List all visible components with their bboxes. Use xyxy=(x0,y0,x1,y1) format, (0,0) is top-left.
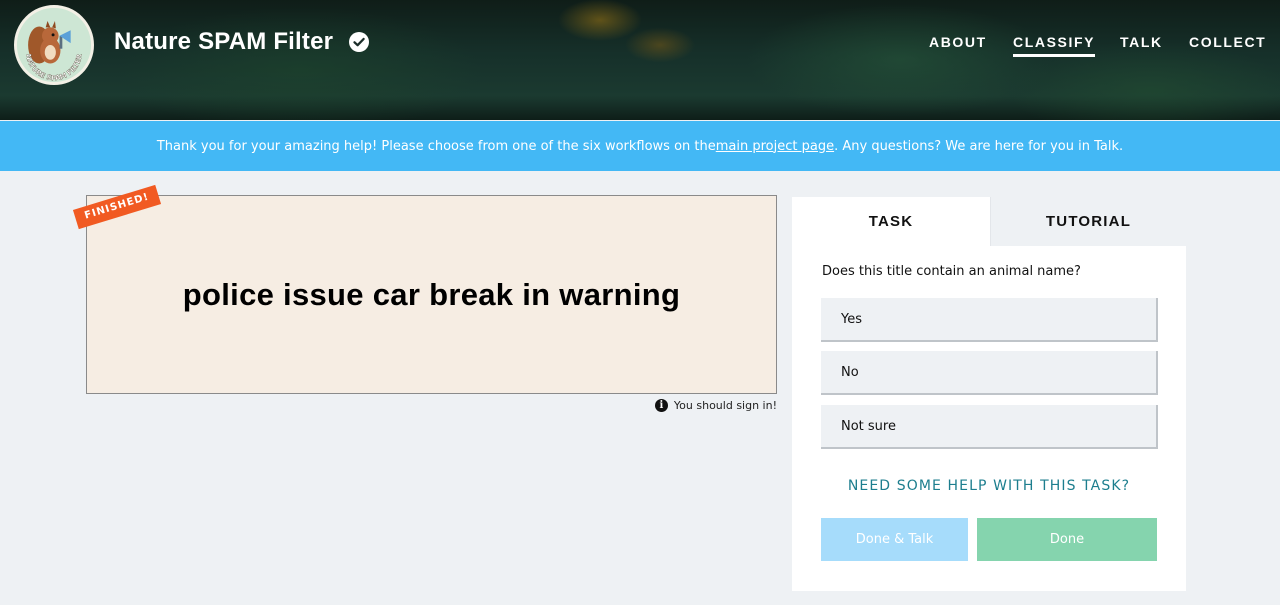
project-header: NATURE SPAM FILTER Nature SPAM Filter AB… xyxy=(0,0,1280,120)
subject-viewer: police issue car break in warning xyxy=(86,195,777,394)
answer-yes[interactable]: Yes xyxy=(821,298,1158,342)
done-button[interactable]: Done xyxy=(977,518,1157,561)
squirrel-logo-icon: NATURE SPAM FILTER xyxy=(17,8,91,82)
answer-not-sure[interactable]: Not sure xyxy=(821,405,1158,449)
info-icon: i xyxy=(654,398,668,412)
nav-talk[interactable]: TALK xyxy=(1120,34,1163,50)
task-help-link[interactable]: NEED SOME HELP WITH THIS TASK? xyxy=(792,478,1186,494)
answer-no[interactable]: No xyxy=(821,351,1158,395)
banner-text-after: . Any questions? We are here for you in … xyxy=(834,138,1124,154)
nav-classify[interactable]: CLASSIFY xyxy=(1013,34,1096,57)
tab-tutorial[interactable]: TUTORIAL xyxy=(990,197,1186,246)
tab-task[interactable]: TASK xyxy=(792,197,990,246)
site-title[interactable]: Nature SPAM Filter xyxy=(114,28,333,56)
done-and-talk-button[interactable]: Done & Talk xyxy=(821,518,968,561)
task-panel: TASK TUTORIAL Does this title contain an… xyxy=(792,197,1186,591)
banner-text-before: Thank you for your amazing help! Please … xyxy=(156,138,716,154)
task-question: Does this title contain an animal name? xyxy=(822,264,1081,279)
subject-title: police issue car break in warning xyxy=(182,276,681,312)
signin-text: You should sign in! xyxy=(673,398,777,412)
main-project-page-link[interactable]: main project page xyxy=(716,139,834,154)
signin-note: i You should sign in! xyxy=(650,397,777,413)
project-logo[interactable]: NATURE SPAM FILTER xyxy=(14,5,94,85)
verified-badge-icon xyxy=(349,32,369,52)
nav-about[interactable]: ABOUT xyxy=(929,34,987,50)
announcement-banner: Thank you for your amazing help! Please … xyxy=(0,121,1280,171)
nav-collect[interactable]: COLLECT xyxy=(1189,34,1266,50)
